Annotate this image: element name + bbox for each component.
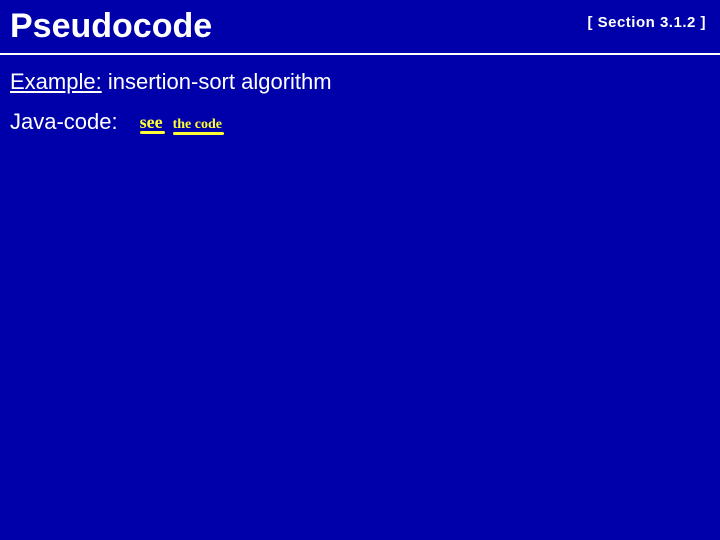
slide-header: Pseudocode [ Section 3.1.2 ] [0, 0, 720, 49]
example-text: insertion-sort algorithm [102, 69, 332, 94]
handwritten-word-1: see [140, 113, 163, 131]
underline-stroke [173, 132, 224, 135]
java-code-label: Java-code: [10, 109, 118, 135]
example-line: Example: insertion-sort algorithm [10, 69, 710, 95]
header-divider [0, 53, 720, 55]
handwritten-annotation: see the code [140, 113, 222, 132]
example-label: Example: [10, 69, 102, 94]
java-code-line: Java-code: see the code [10, 109, 710, 135]
slide-content: Example: insertion-sort algorithm Java-c… [0, 69, 720, 135]
section-reference: [ Section 3.1.2 ] [587, 8, 706, 31]
underline-stroke [140, 131, 165, 134]
handwritten-word-2: the code [173, 118, 222, 132]
slide-title: Pseudocode [10, 8, 212, 45]
